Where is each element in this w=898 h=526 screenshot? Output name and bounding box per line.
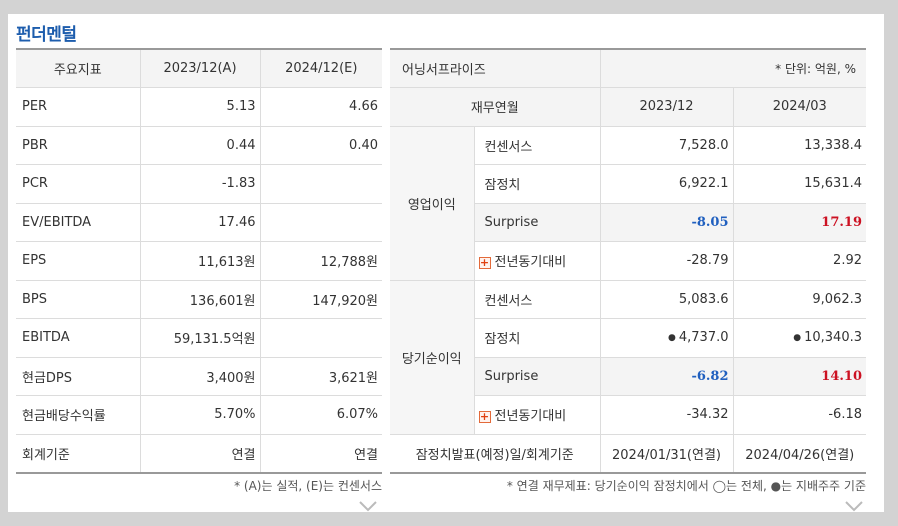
surprise-value: -6.82: [599, 356, 734, 396]
earnings-surprise-table: 어닝서프라이즈 * 단위: 억원, % 재무연월 2023/12 2024/03…: [390, 48, 866, 474]
estimate-value: [259, 164, 382, 204]
row-label: PER: [16, 87, 141, 127]
table-header-row: 재무연월 2023/12 2024/03: [390, 87, 866, 127]
table-row: 영업이익 컨센서스 7,528.0 13,338.4: [390, 125, 866, 281]
row-label: EBITDA: [16, 318, 141, 358]
surprise-value: -8.05: [599, 202, 734, 242]
value-cell: 7,528.0: [599, 125, 734, 165]
table-row: 현금DPS 3,400원 3,621원: [16, 356, 382, 396]
table-row: EBITDA 59,131.5억원: [16, 318, 382, 358]
table-header-row: 주요지표 2023/12(A) 2024/12(E): [16, 48, 382, 88]
estimate-value: 147,920원: [259, 279, 382, 319]
row-label: 현금DPS: [16, 356, 141, 396]
actual-value: 17.46: [139, 202, 261, 242]
row-label: Surprise: [474, 356, 601, 396]
estimate-value: 12,788원: [259, 241, 382, 281]
row-label: 잠정치발표(예정)일/회계기준: [390, 433, 601, 473]
row-label: 잠정치: [474, 318, 601, 358]
column-header: 주요지표: [16, 48, 141, 88]
value-cell: ● 10,340.3: [732, 318, 866, 358]
column-header: 재무연월: [390, 87, 601, 127]
actual-value: 59,131.5억원: [139, 318, 261, 358]
estimate-value: 0.40: [259, 125, 382, 165]
column-header: 2024/12(E): [259, 48, 382, 88]
actual-value: 11,613원: [139, 241, 261, 281]
actual-value: 3,400원: [139, 356, 261, 396]
group-label: 당기순이익: [390, 279, 475, 435]
row-label: 전년동기대비: [494, 255, 567, 271]
estimate-value: [259, 318, 382, 358]
table-row: BPS 136,601원 147,920원: [16, 279, 382, 319]
value-cell: -34.32: [599, 395, 734, 435]
filled-dot-icon: ●: [793, 332, 802, 343]
table-title: 어닝서프라이즈: [390, 48, 601, 88]
group-label: 영업이익: [390, 125, 475, 281]
unit-note: * 단위: 억원, %: [599, 48, 866, 88]
fundamentals-panel: 펀더멘털 주요지표 2023/12(A) 2024/12(E) PER 5.13 4…: [8, 14, 884, 512]
row-label: PCR: [16, 164, 141, 204]
row-label: 컨센서스: [473, 279, 601, 319]
table-row: 회계기준 연결 연결: [16, 433, 382, 473]
value-cell: 2.92: [732, 241, 866, 281]
key-indicators-table: 주요지표 2023/12(A) 2024/12(E) PER 5.13 4.66 P…: [16, 48, 382, 474]
section-title: 펀더멘털: [16, 25, 77, 45]
actual-value: 연결: [139, 433, 261, 473]
column-header: 2024/03: [732, 87, 866, 127]
actual-value: 5.70%: [139, 395, 261, 435]
chevron-down-icon[interactable]: [844, 500, 864, 512]
table-row: PER 5.13 4.66: [16, 87, 382, 127]
value-cell: 13,338.4: [732, 125, 866, 165]
plus-icon[interactable]: +: [478, 256, 491, 269]
table-row: EV/EBITDA 17.46: [16, 202, 382, 242]
value-cell: -28.79: [599, 241, 734, 281]
expandable-row-label[interactable]: + 전년동기대비: [474, 395, 601, 435]
expandable-row-label[interactable]: + 전년동기대비: [474, 241, 601, 281]
surprise-value: 14.10: [732, 356, 866, 396]
chevron-down-icon[interactable]: [358, 500, 378, 512]
value-cell: 2024/01/31(연결): [599, 433, 734, 473]
table-row: PBR 0.44 0.40: [16, 125, 382, 165]
value-cell: 2024/04/26(연결): [732, 433, 866, 473]
estimate-value: [259, 202, 382, 242]
row-label: 컨센서스: [473, 125, 601, 165]
row-label: BPS: [16, 279, 141, 319]
row-label: 잠정치: [474, 164, 601, 204]
surprise-value: 17.19: [732, 202, 866, 242]
value-cell: 6,922.1: [599, 164, 734, 204]
value-cell: 15,631.4: [732, 164, 866, 204]
actual-value: 136,601원: [139, 279, 261, 319]
table-row: 현금배당수익률 5.70% 6.07%: [16, 395, 382, 435]
row-label: PBR: [16, 125, 141, 165]
estimate-value: 4.66: [259, 87, 382, 127]
table-row: PCR -1.83: [16, 164, 382, 204]
value-cell: -6.18: [732, 395, 866, 435]
filled-dot-icon: ●: [668, 332, 676, 343]
right-footnote: * 연결 재무제표: 당기순이익 잠정치에서 ◯는 전체, ●는 지배주주 기준: [506, 479, 866, 493]
actual-value: -1.83: [139, 164, 261, 204]
table-title-row: 어닝서프라이즈 * 단위: 억원, %: [390, 48, 866, 88]
estimate-value: 6.07%: [259, 395, 382, 435]
actual-value: 5.13: [139, 87, 261, 127]
row-label: 현금배당수익률: [16, 395, 141, 435]
left-footnote: * (A)는 실적, (E)는 컨센서스: [234, 479, 382, 493]
row-label: EV/EBITDA: [16, 202, 141, 242]
plus-icon[interactable]: +: [478, 410, 491, 423]
table-row: EPS 11,613원 12,788원: [16, 241, 382, 281]
row-label: EPS: [16, 241, 141, 281]
row-label: 회계기준: [16, 433, 141, 473]
row-label: Surprise: [474, 202, 601, 242]
value-cell: 9,062.3: [732, 279, 866, 319]
column-header: 2023/12: [599, 87, 734, 127]
table-row: 당기순이익 컨센서스 5,083.6 9,062.3: [390, 279, 866, 435]
value-cell: ● 4,737.0: [599, 318, 734, 358]
actual-value: 0.44: [139, 125, 261, 165]
column-header: 2023/12(A): [139, 48, 261, 88]
row-label: 전년동기대비: [494, 409, 567, 425]
estimate-value: 연결: [259, 433, 382, 473]
value-cell: 5,083.6: [599, 279, 734, 319]
estimate-value: 3,621원: [259, 356, 382, 396]
table-row: 잠정치발표(예정)일/회계기준 2024/01/31(연결) 2024/04/2…: [390, 433, 866, 473]
